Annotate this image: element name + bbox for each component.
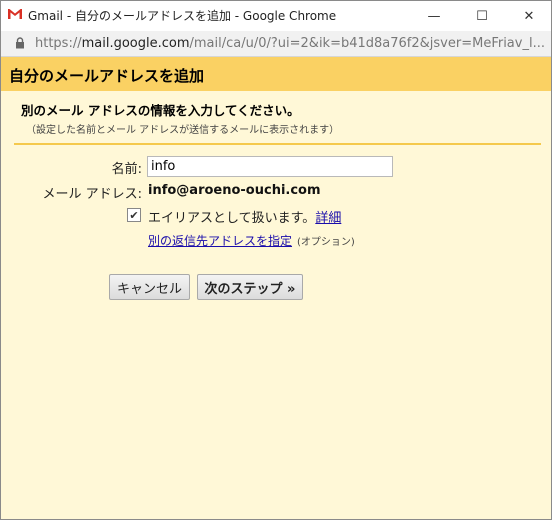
cancel-button[interactable]: キャンセル — [109, 274, 190, 300]
maximize-icon: ☐ — [476, 8, 488, 24]
divider — [14, 143, 541, 145]
next-step-button[interactable]: 次のステップ » — [197, 274, 303, 300]
window-title: Gmail - 自分のメールアドレスを追加 - Google Chrome — [28, 9, 337, 23]
minimize-icon: — — [427, 8, 441, 24]
alias-label: エイリアスとして扱います。 — [148, 211, 316, 226]
title-bar: Gmail - 自分のメールアドレスを追加 - Google Chrome — … — [1, 1, 551, 31]
close-button[interactable]: ✕ — [506, 1, 551, 31]
section-subtitle: （設定した名前とメール アドレスが送信するメールに表示されます） — [26, 125, 340, 136]
url-host: mail.google.com — [81, 36, 190, 51]
checkmark-icon: ✔ — [129, 208, 139, 222]
address-bar[interactable]: https://mail.google.com/mail/ca/u/0/?ui=… — [1, 31, 551, 57]
email-label: メール アドレス: — [42, 187, 142, 202]
name-input[interactable] — [147, 156, 393, 177]
email-address-value: info@aroeno-ouchi.com — [148, 183, 321, 198]
alias-row: エイリアスとして扱います。詳細 — [148, 207, 341, 226]
alias-checkbox[interactable]: ✔ — [127, 208, 141, 222]
dialog-header: 自分のメールアドレスを追加 — [1, 57, 551, 91]
maximize-button[interactable]: ☐ — [459, 1, 505, 31]
browser-window: Gmail - 自分のメールアドレスを追加 - Google Chrome — … — [0, 0, 552, 520]
reply-to-row: 別の返信先アドレスを指定 (オプション) — [148, 232, 355, 249]
minimize-button[interactable]: — — [411, 1, 457, 31]
alias-details-link[interactable]: 詳細 — [315, 211, 341, 226]
name-label: 名前: — [111, 162, 142, 177]
dialog-title: 自分のメールアドレスを追加 — [9, 67, 205, 85]
url-text[interactable]: https://mail.google.com/mail/ca/u/0/?ui=… — [35, 36, 545, 51]
url-scheme: https:// — [35, 36, 82, 51]
optional-note: (オプション) — [297, 237, 355, 248]
reply-to-link[interactable]: 別の返信先アドレスを指定 — [148, 234, 292, 248]
url-path: /mail/ca/u/0/?ui=2&ik=b41d8a76f2&jsver=M… — [189, 36, 545, 51]
close-icon: ✕ — [523, 8, 535, 24]
gmail-icon — [7, 8, 23, 20]
lock-icon — [16, 37, 24, 49]
section-title: 別のメール アドレスの情報を入力してください。 — [21, 103, 300, 118]
